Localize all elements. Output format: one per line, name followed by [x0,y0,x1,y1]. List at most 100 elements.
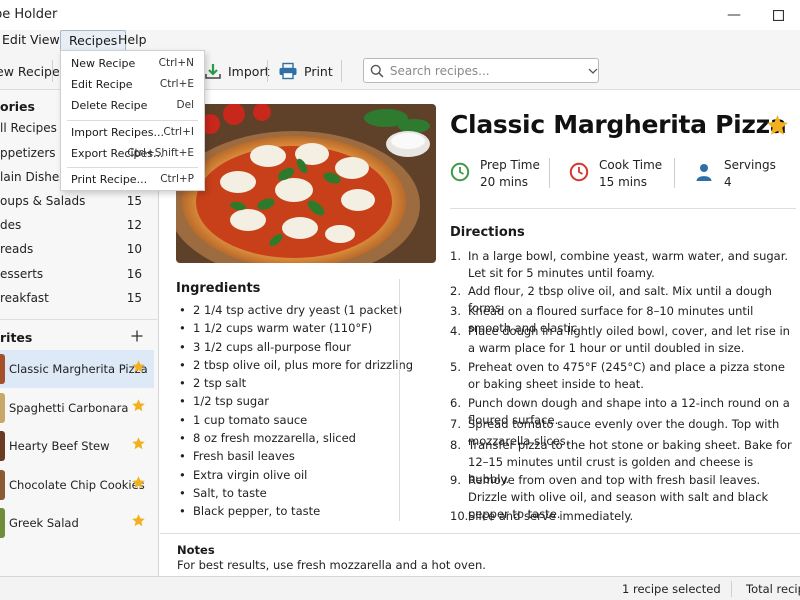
star-icon[interactable] [131,359,146,374]
prep-time-label: Prep Time [480,158,540,172]
menu-item-new-recipe[interactable]: New Recipe Ctrl+N [61,53,204,74]
toolbar-separator [267,60,268,82]
recipe-photo [176,104,436,263]
category-label: oups & Salads [0,194,86,208]
menu-item-delete-recipe[interactable]: Delete Recipe Del [61,95,204,116]
ingredient-item: 1 1/2 cups warm water (110°F) [178,321,413,339]
favorite-star-icon[interactable] [765,113,790,138]
servings: Servings 4 [694,156,794,196]
menu-item-export-recipes[interactable]: Export Recipes... Ctrl+Shift+E [61,143,204,164]
ingredient-item: 1/2 tsp sugar [178,394,413,412]
category-label: ppetizers [0,146,56,160]
menu-item-shortcut: Ctrl+N [158,57,194,69]
categories-heading: ories [0,99,35,114]
ingredient-item: Fresh basil leaves [178,449,413,467]
directions-heading: Directions [450,225,525,240]
notes-divider [160,533,800,534]
menu-item-label: Delete Recipe [71,99,148,112]
menu-item-shortcut: Ctrl+E [159,78,194,90]
menu-item-shortcut: Ctrl+Shift+E [127,147,194,159]
step-text: Slice and serve immediately. [468,509,634,523]
print-button[interactable]: Print [278,58,333,84]
menu-item-shortcut: Ctrl+I [163,126,194,138]
step-number: 5. [450,360,461,374]
menu-separator [67,167,198,168]
new-recipe-button[interactable]: ew Recipe [0,58,60,84]
toolbar-separator [52,60,53,82]
minimize-button[interactable]: — [712,0,756,30]
person-icon [696,164,712,181]
menu-item-print-recipe[interactable]: Print Recipe... Ctrl+P [61,169,204,190]
recipe-thumbnail [0,470,5,500]
category-label: esserts [0,267,44,281]
add-favorite-icon[interactable] [131,330,143,342]
step-text: Preheat oven to 475°F (245°C) and place … [468,360,786,391]
favorites-heading: rites [0,330,33,345]
menu-item-import-recipes[interactable]: Import Recipes... Ctrl+I [61,122,204,143]
favorite-label: Chocolate Chip Cookies [9,478,145,492]
sidebar-item-breakfast[interactable]: reakfast 15 [0,288,150,310]
status-separator [731,581,732,597]
maximize-icon [772,9,784,21]
category-label: reakfast [0,291,49,305]
step-number: 9. [450,473,461,487]
toolbar-separator [341,60,342,82]
ingredient-item: 1 cup tomato sauce [178,413,413,431]
ingredient-item: Black pepper, to taste [178,504,413,522]
print-label: Print [304,63,333,79]
ingredient-item: Salt, to taste [178,486,413,504]
star-icon[interactable] [131,475,146,490]
star-icon[interactable] [131,513,146,528]
title-bar: pe Holder — [0,0,800,30]
sidebar-item-sides[interactable]: des 12 [0,215,150,237]
notes-heading: Notes [177,543,215,557]
favorite-label: Greek Salad [9,516,79,530]
recipe-thumbnail [0,354,5,384]
menu-item-label: Import Recipes... [71,126,164,139]
recipe-title: Classic Margherita Pizza [450,110,787,139]
ingredients-heading: Ingredients [176,281,261,296]
star-icon[interactable] [131,436,146,451]
search-icon [370,64,384,78]
import-button[interactable]: Import [204,58,270,84]
meta-divider [450,208,796,209]
menu-item-label: Print Recipe... [71,173,148,186]
menu-help[interactable]: Help [110,30,155,52]
maximize-button[interactable] [756,0,800,30]
step-text: Place dough in a lightly oiled bowl, cov… [468,324,790,355]
favorite-item-greek-salad[interactable]: Greek Salad [0,504,154,542]
step-number: 4. [450,324,461,338]
favorite-label: Classic Margherita Pizza [9,362,148,376]
menu-separator [67,120,198,121]
search-box[interactable] [363,58,599,83]
notes-text: For best results, use fresh mozzarella a… [177,558,486,572]
prep-time: Prep Time 20 mins [450,156,560,196]
status-bar: 1 recipe selected Total recipes [0,576,800,600]
favorite-item-spaghetti-carbonara[interactable]: Spaghetti Carbonara [0,389,154,427]
favorite-item-hearty-beef-stew[interactable]: Hearty Beef Stew [0,427,154,465]
step-number: 8. [450,438,461,452]
category-label: des [0,218,22,232]
favorite-item-classic-margherita-pizza[interactable]: Classic Margherita Pizza [0,350,154,388]
search-input[interactable] [389,63,579,78]
window-title: pe Holder [0,7,58,22]
menu-item-edit-recipe[interactable]: Edit Recipe Ctrl+E [61,74,204,95]
category-count: 16 [126,267,142,281]
category-count: 15 [126,291,142,305]
menu-bar: Edit View Recipes Help [0,30,800,52]
step-number: 2. [450,284,461,298]
step-number: 3. [450,304,461,318]
star-icon[interactable] [131,398,146,413]
chevron-down-icon[interactable] [588,67,598,75]
ingredients-list: 2 1/4 tsp active dry yeast (1 packet) 1 … [178,303,413,523]
sidebar-item-soups-salads[interactable]: oups & Salads 15 [0,191,150,213]
step-text: In a large bowl, combine yeast, warm wat… [468,249,789,280]
column-divider [399,279,400,521]
sidebar-item-desserts[interactable]: esserts 16 [0,264,150,286]
favorite-label: Spaghetti Carbonara [9,401,129,415]
sidebar-divider [0,319,159,320]
favorite-item-chocolate-chip-cookies[interactable]: Chocolate Chip Cookies [0,466,154,504]
ingredient-item: Extra virgin olive oil [178,468,413,486]
menu-item-shortcut: Del [176,99,194,111]
sidebar-item-breads[interactable]: reads 10 [0,239,150,261]
